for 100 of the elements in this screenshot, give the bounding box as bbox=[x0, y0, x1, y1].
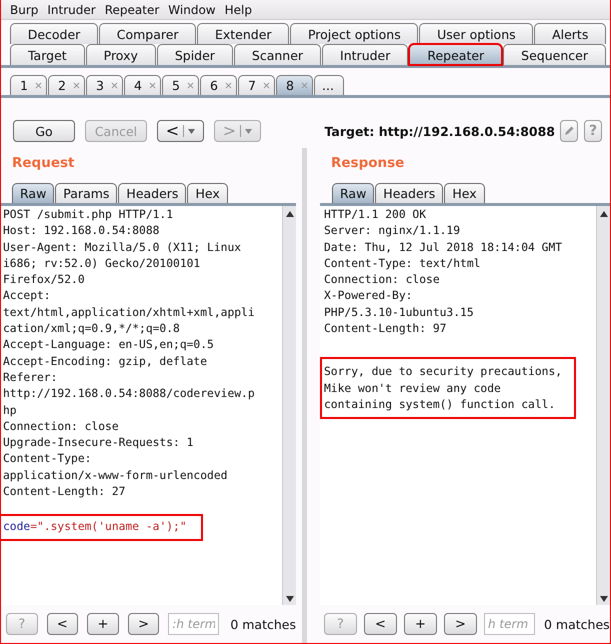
scroll-up-icon[interactable] bbox=[600, 211, 608, 217]
view-tab[interactable]: Raw bbox=[12, 183, 54, 203]
tab-label[interactable]: 2 bbox=[58, 78, 66, 93]
view-tab[interactable]: Hex bbox=[187, 183, 228, 203]
tab-label[interactable]: 8 bbox=[286, 78, 294, 93]
dropdown-icon bbox=[188, 128, 196, 134]
new-tab[interactable]: ... bbox=[314, 75, 344, 95]
tab-label[interactable]: 7 bbox=[248, 78, 256, 93]
tool-tab[interactable]: Intruder bbox=[322, 44, 408, 65]
repeater-tab[interactable]: 2 bbox=[48, 75, 85, 95]
tool-tab[interactable]: Extender bbox=[197, 23, 290, 44]
next-button[interactable]: > bbox=[444, 613, 477, 635]
close-icon[interactable] bbox=[110, 82, 118, 89]
menu-item[interactable]: Burp bbox=[10, 2, 38, 16]
body-line: Mike won't review any code bbox=[324, 380, 502, 397]
header-line: cation/xml;q=0.9,*/*;q=0.8 bbox=[3, 321, 181, 338]
repeater-tab[interactable]: 1 bbox=[10, 75, 47, 95]
header-line: HTTP/1.1 200 OK bbox=[324, 207, 428, 223]
match-count: 0 matches bbox=[230, 616, 296, 632]
scrollbar[interactable] bbox=[596, 206, 610, 605]
close-icon[interactable] bbox=[72, 82, 80, 89]
header-line: http://192.168.0.54:8088/codereview.p bbox=[3, 386, 256, 402]
view-tab[interactable]: Params bbox=[55, 183, 118, 203]
menu-item[interactable]: Repeater bbox=[104, 2, 160, 16]
repeater-tab[interactable]: 7 bbox=[238, 75, 275, 95]
header-line: Host: 192.168.0.54:8088 bbox=[3, 223, 160, 240]
view-tab[interactable]: Headers bbox=[375, 183, 444, 203]
tool-tab[interactable]: Repeater bbox=[409, 44, 502, 65]
header-line: Accept: bbox=[3, 288, 52, 304]
repeater-tab[interactable]: 5 bbox=[162, 75, 199, 95]
header-line: Content-Type: bbox=[3, 451, 92, 468]
header-line: text/html,application/xhtml+xml,appli bbox=[3, 304, 256, 321]
menu-item[interactable]: Help bbox=[224, 2, 252, 16]
tool-tab[interactable]: Spider bbox=[156, 44, 233, 65]
add-button[interactable]: + bbox=[404, 613, 437, 635]
close-icon[interactable] bbox=[300, 82, 308, 89]
tool-tab[interactable]: Scanner bbox=[234, 44, 322, 65]
repeater-tab[interactable]: 3 bbox=[86, 75, 123, 95]
view-tab[interactable]: Hex bbox=[444, 183, 485, 203]
tool-tab[interactable]: Alerts bbox=[534, 23, 606, 44]
next-button[interactable]: > bbox=[128, 613, 160, 635]
body-line: Sorry, due to security precautions, bbox=[324, 364, 564, 380]
tool-tab[interactable]: Target bbox=[10, 44, 85, 65]
close-icon[interactable] bbox=[34, 82, 42, 89]
back-button[interactable]: < bbox=[157, 120, 204, 142]
header-line: Accept-Encoding: gzip, deflate bbox=[3, 354, 208, 370]
scroll-down-icon[interactable] bbox=[600, 596, 608, 602]
header-line: Content-Length: 97 bbox=[324, 321, 448, 338]
repeater-tab[interactable]: 8 bbox=[276, 75, 313, 95]
message-editor[interactable] bbox=[1, 206, 296, 605]
header-line: Referer: bbox=[3, 370, 58, 386]
tool-tab[interactable]: Sequencer bbox=[503, 44, 606, 65]
tab-label[interactable]: 6 bbox=[210, 78, 218, 93]
target-label: Target: http://192.168.0.54:8088 bbox=[324, 124, 555, 138]
go-button[interactable]: Go bbox=[13, 120, 75, 142]
header-line: X-Powered-By: bbox=[324, 288, 414, 304]
pencil-icon bbox=[563, 125, 575, 137]
view-tab[interactable]: Headers bbox=[118, 183, 186, 203]
repeater-tab[interactable]: 4 bbox=[124, 75, 161, 95]
search-field[interactable]: h term bbox=[484, 613, 535, 635]
close-icon[interactable] bbox=[186, 82, 194, 89]
search-field[interactable]: :h term bbox=[168, 613, 220, 635]
header-line: application/x-www-form-urlencoded bbox=[3, 468, 228, 484]
previous-button[interactable]: < bbox=[46, 613, 78, 635]
message-editor[interactable] bbox=[320, 206, 610, 605]
scroll-down-icon[interactable] bbox=[286, 596, 294, 602]
header-line: hp bbox=[3, 402, 18, 419]
tool-tab[interactable]: Decoder bbox=[10, 23, 98, 44]
menu-item[interactable]: Window bbox=[168, 2, 216, 16]
scroll-up-icon[interactable] bbox=[286, 211, 294, 217]
close-icon[interactable] bbox=[224, 82, 232, 89]
header-line: i686; rv:52.0) Gecko/20100101 bbox=[3, 256, 202, 272]
view-tab[interactable]: Raw bbox=[332, 183, 374, 203]
close-icon[interactable] bbox=[262, 82, 270, 89]
tool-tab[interactable]: Project options bbox=[290, 23, 418, 44]
header-line: Content-Length: 27 bbox=[3, 484, 126, 500]
edit-button[interactable] bbox=[560, 120, 578, 142]
tab-label[interactable]: 1 bbox=[20, 78, 28, 93]
header-line: PHP/5.3.10-1ubuntu3.15 bbox=[324, 304, 475, 321]
panel-title: Response bbox=[330, 154, 406, 173]
tool-tab[interactable]: Comparer bbox=[99, 23, 196, 44]
header-line: Upgrade-Insecure-Requests: 1 bbox=[3, 435, 194, 452]
header-line: Content-Type: text/html bbox=[324, 256, 482, 272]
tab-label[interactable]: 3 bbox=[96, 78, 104, 93]
header-line: Connection: close bbox=[3, 418, 120, 435]
tool-tab[interactable]: User options bbox=[419, 23, 534, 44]
tool-tab[interactable]: Proxy bbox=[86, 44, 156, 65]
header-line: Date: Thu, 12 Jul 2018 18:14:04 GMT bbox=[324, 240, 564, 256]
add-button[interactable]: + bbox=[87, 613, 119, 635]
header-line: Server: nginx/1.1.19 bbox=[324, 223, 462, 240]
body-line: code=".system('uname -a');" bbox=[1, 516, 201, 539]
previous-button[interactable]: < bbox=[364, 613, 397, 635]
close-icon[interactable] bbox=[148, 82, 156, 89]
tab-label[interactable]: 4 bbox=[134, 78, 142, 93]
scrollbar[interactable] bbox=[282, 206, 296, 605]
repeater-tab[interactable]: 6 bbox=[200, 75, 237, 95]
tab-label[interactable]: 5 bbox=[172, 78, 180, 93]
menu-item[interactable]: Intruder bbox=[47, 2, 96, 16]
header-line: Accept-Language: en-US,en;q=0.5 bbox=[3, 337, 215, 354]
header-line: Connection: close bbox=[324, 272, 441, 288]
